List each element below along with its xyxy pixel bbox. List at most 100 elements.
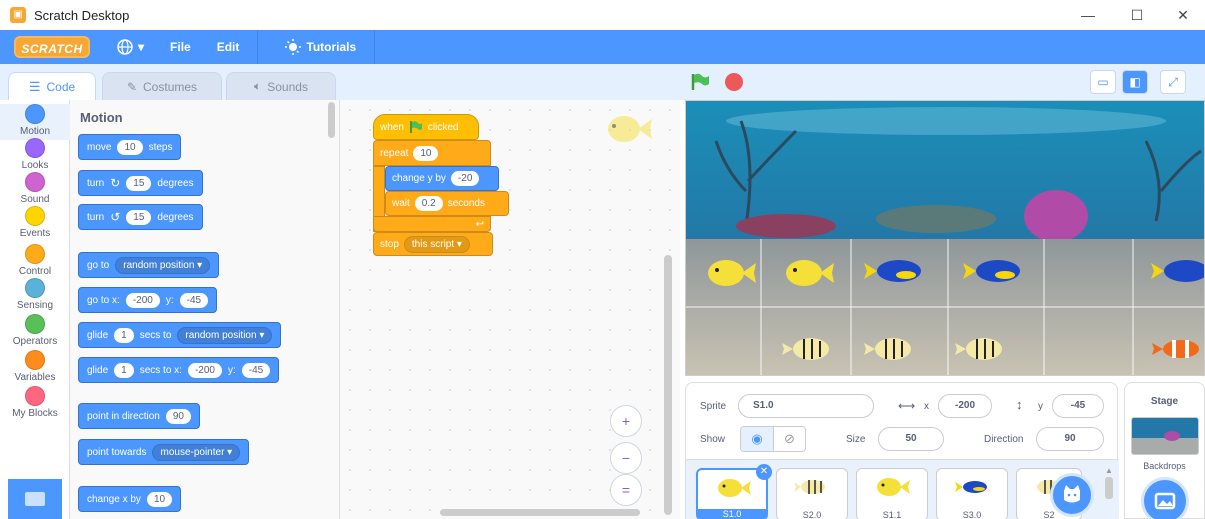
tab-code[interactable]: ☰ Code: [8, 72, 96, 100]
y-position-input[interactable]: -45: [1052, 394, 1104, 418]
tutorials-label: Tutorials: [306, 40, 357, 54]
category-operators[interactable]: Operators: [0, 314, 70, 350]
normal-stage-button[interactable]: ◧: [1122, 70, 1148, 94]
block-text: steps: [148, 141, 173, 153]
scroll-thumb[interactable]: [1105, 477, 1113, 499]
category-dot: [25, 244, 45, 264]
go-to-block[interactable]: go to random position ▾: [78, 252, 220, 278]
maximize-button[interactable]: ☐: [1114, 0, 1160, 30]
target-dropdown[interactable]: mouse-pointer ▾: [152, 443, 241, 461]
add-extension-button[interactable]: [8, 479, 62, 519]
category-sensing[interactable]: Sensing: [0, 278, 70, 314]
sprite-thumb[interactable]: S1.1: [856, 468, 928, 519]
category-events[interactable]: Events: [0, 206, 70, 242]
target-dropdown[interactable]: random position ▾: [177, 326, 273, 344]
degrees-input[interactable]: 15: [126, 209, 152, 225]
tab-sounds[interactable]: 🔈︎ Sounds: [226, 72, 336, 100]
change-y-block[interactable]: change y by -20: [385, 166, 499, 191]
script-vertical-scrollbar[interactable]: [664, 255, 672, 515]
sprite-thumb[interactable]: S2.0: [776, 468, 848, 519]
degrees-input[interactable]: 15: [126, 175, 152, 191]
sprite-name-input[interactable]: S1.0: [738, 394, 874, 418]
move-steps-block[interactable]: move 10 steps: [78, 134, 182, 160]
tab-costumes[interactable]: ✎ Costumes: [102, 72, 222, 100]
direction-input[interactable]: 90: [1036, 427, 1104, 451]
stop-option-dropdown[interactable]: this script ▾: [403, 235, 470, 253]
stop-block[interactable]: stop this script ▾: [373, 232, 493, 256]
y-input[interactable]: -45: [241, 362, 271, 378]
go-to-xy-block[interactable]: go to x: -200 y: -45: [78, 287, 218, 313]
zoom-reset-button[interactable]: =: [610, 474, 642, 506]
sprite-thumb[interactable]: S3.0: [936, 468, 1008, 519]
x-position-input[interactable]: -200: [938, 394, 992, 418]
stage-target-pane[interactable]: Stage Backdrops: [1124, 382, 1205, 519]
window-title: Scratch Desktop: [34, 7, 130, 23]
close-button[interactable]: ✕: [1160, 0, 1205, 30]
scratch-logo[interactable]: SCRATCH: [14, 36, 90, 58]
category-looks[interactable]: Looks: [0, 138, 70, 174]
block-text: secs to: [139, 329, 172, 341]
eye-slash-icon: ⊘: [784, 431, 795, 446]
change-x-block[interactable]: change x by 10: [78, 486, 182, 512]
when-flag-clicked-block[interactable]: when clicked: [373, 114, 479, 140]
small-stage-button[interactable]: ▭: [1090, 70, 1116, 94]
repeat-count-input[interactable]: 10: [413, 145, 439, 161]
steps-input[interactable]: 10: [117, 139, 143, 155]
y-arrows-icon: ↕: [1016, 397, 1023, 412]
minimize-button[interactable]: —: [1065, 0, 1111, 30]
secs-input[interactable]: 1: [114, 362, 134, 378]
edit-menu[interactable]: Edit: [217, 40, 240, 54]
category-sound[interactable]: Sound: [0, 172, 70, 208]
delete-sprite-icon[interactable]: ✕: [756, 464, 772, 480]
menu-bar: SCRATCH ▾ File Edit Tutorials: [0, 30, 1205, 64]
repeat-block[interactable]: repeat 10: [373, 140, 491, 166]
block-text: turn: [87, 211, 105, 223]
wait-block[interactable]: wait 0.2 seconds: [385, 191, 509, 216]
fullscreen-button[interactable]: ⤢: [1160, 70, 1186, 94]
category-variables[interactable]: Variables: [0, 350, 70, 386]
glide-to-xy-block[interactable]: glide 1 secs to x: -200 y: -45: [78, 357, 280, 383]
wait-seconds-input[interactable]: 0.2: [414, 196, 443, 211]
script-horizontal-scrollbar[interactable]: [440, 509, 640, 516]
script-area[interactable]: when clicked repeat 10 change y by -20 w…: [340, 100, 680, 519]
point-towards-block[interactable]: point towards mouse-pointer ▾: [78, 439, 250, 465]
block-text: y:: [165, 294, 174, 306]
category-motion[interactable]: Motion: [0, 104, 70, 140]
show-visible-button[interactable]: ◉: [741, 427, 773, 451]
sprite-list-scrollbar[interactable]: ▲: [1104, 466, 1114, 516]
glide-to-block[interactable]: glide 1 secs to random position ▾: [78, 322, 282, 348]
x-change-input[interactable]: 10: [146, 491, 173, 507]
stop-icon[interactable]: [725, 73, 743, 91]
category-dot: [25, 206, 45, 226]
turn-left-block[interactable]: turn ↺ 15 degrees: [78, 204, 203, 230]
sprite-thumb-name: S1.1: [882, 510, 902, 519]
underwater-backdrop: [686, 101, 1204, 375]
block-categories: Motion Looks Sound Events Control Sensin…: [0, 100, 70, 519]
file-menu[interactable]: File: [170, 40, 191, 54]
language-menu[interactable]: ▾: [116, 38, 144, 56]
point-in-direction-block[interactable]: point in direction 90: [78, 403, 200, 429]
stage-canvas[interactable]: [685, 100, 1205, 376]
zoom-out-button[interactable]: −: [610, 442, 642, 474]
size-input[interactable]: 50: [878, 427, 944, 451]
x-input[interactable]: -200: [125, 292, 160, 308]
x-input[interactable]: -200: [187, 362, 222, 378]
add-sprite-button[interactable]: [1050, 473, 1094, 517]
loop-arrow-icon: ↩: [475, 218, 484, 230]
secs-input[interactable]: 1: [114, 327, 134, 343]
category-control[interactable]: Control: [0, 244, 70, 280]
y-input[interactable]: -45: [179, 292, 209, 308]
y-change-input[interactable]: -20: [450, 171, 480, 186]
category-my-blocks[interactable]: My Blocks: [0, 386, 70, 422]
green-flag-icon[interactable]: [690, 73, 710, 91]
tutorials-menu[interactable]: Tutorials: [284, 38, 356, 56]
palette-scrollbar[interactable]: [328, 102, 335, 138]
zoom-in-button[interactable]: +: [610, 405, 642, 437]
turn-right-block[interactable]: turn ↻ 15 degrees: [78, 170, 203, 196]
sprite-thumb[interactable]: ✕ S1.0: [696, 464, 772, 519]
tab-sounds-label: Sounds: [267, 79, 308, 94]
direction-input[interactable]: 90: [165, 408, 191, 424]
add-backdrop-button[interactable]: [1140, 477, 1189, 519]
target-dropdown[interactable]: random position ▾: [115, 256, 211, 274]
show-hidden-button[interactable]: ⊘: [772, 427, 805, 451]
